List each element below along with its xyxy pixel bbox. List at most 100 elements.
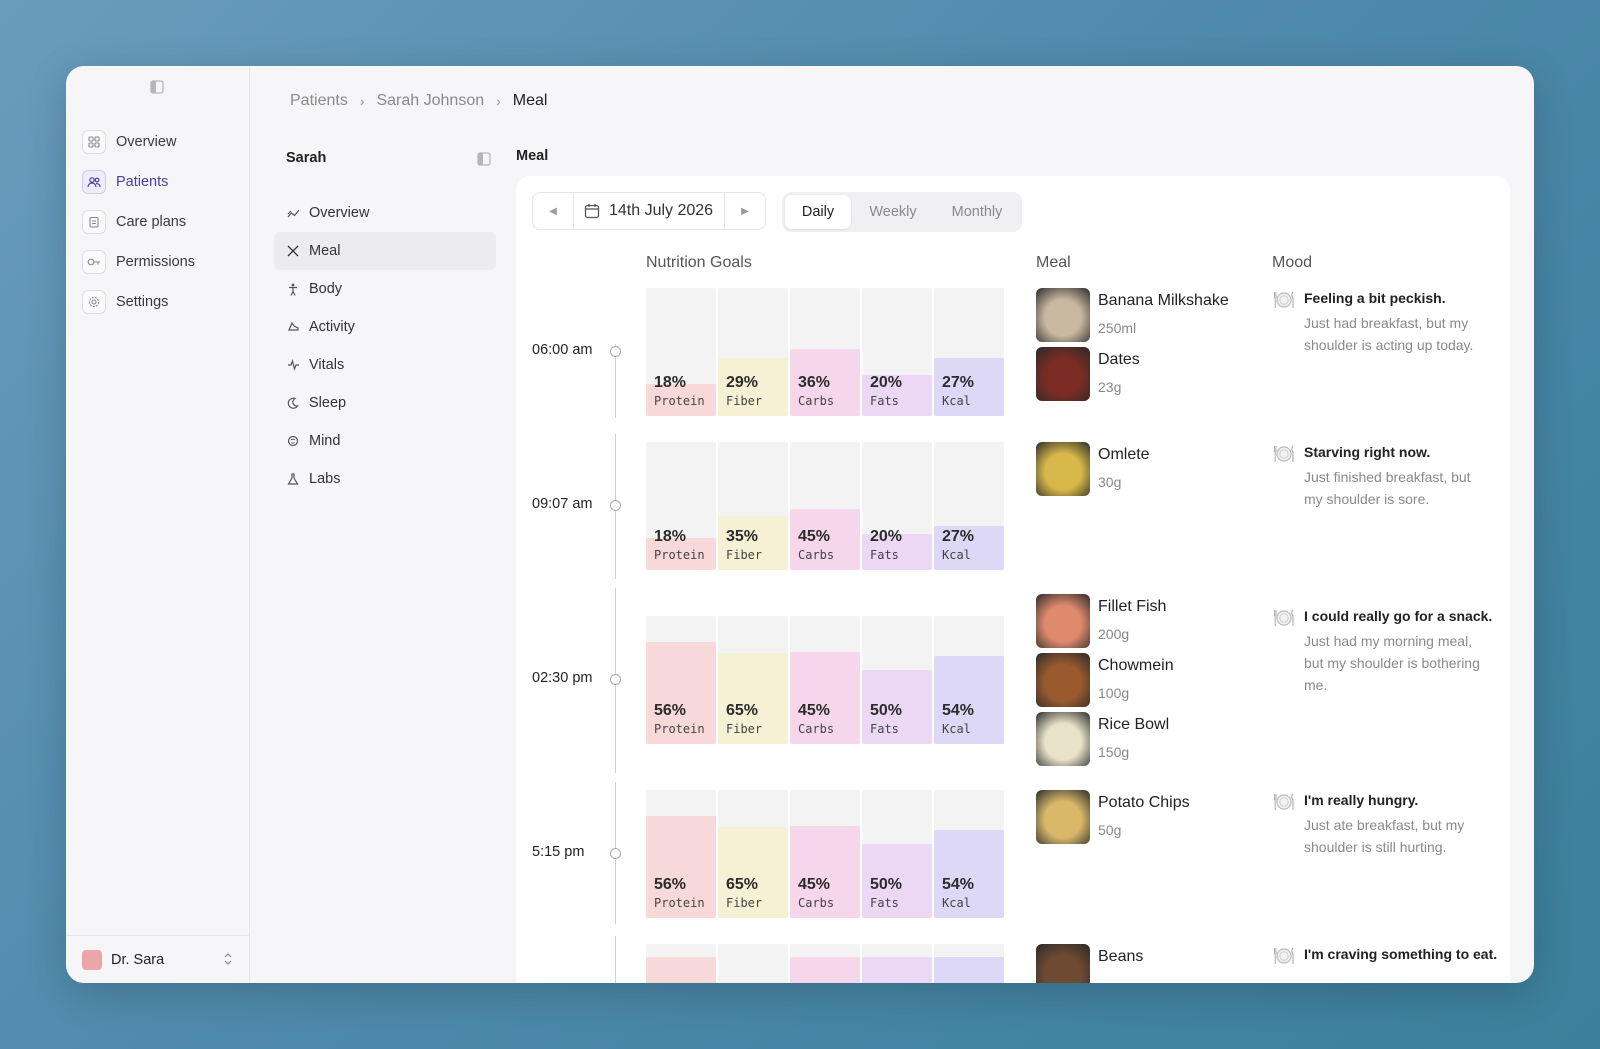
brain-icon xyxy=(286,434,300,448)
nutrient-bar-fats: 50% Fats xyxy=(862,790,932,918)
meal-item[interactable]: Potato Chips 50g xyxy=(1036,790,1190,849)
mood-title: Feeling a bit peckish. xyxy=(1304,290,1446,306)
nutrient-percent: 50% xyxy=(870,702,903,719)
users-icon xyxy=(82,170,106,194)
nutrient-bar-carbs: 45% Carbs xyxy=(790,790,860,918)
nutrition-bars xyxy=(646,944,1006,983)
timeline-row: Beans I'm craving something to eat. xyxy=(516,936,1510,983)
sidebar-item-settings[interactable]: Settings xyxy=(82,282,242,322)
nutrient-bar-fiber: 65% Fiber xyxy=(718,790,788,918)
prev-day-button[interactable]: ◀ xyxy=(533,193,574,229)
nutrient-label: Carbs xyxy=(798,722,835,736)
nutrient-label: Fats xyxy=(870,548,899,562)
nutrient-bar-fiber: 65% Fiber xyxy=(718,616,788,744)
chevron-right-icon: › xyxy=(496,93,501,109)
nutrient-bar-carbs: 45% Carbs xyxy=(790,616,860,744)
subnav-item-meal[interactable]: Meal xyxy=(274,232,496,270)
nutrient-label: Fiber xyxy=(726,548,763,562)
nutrient-bar-fats: 20% Fats xyxy=(862,288,932,416)
meal-quantity: 50g xyxy=(1098,822,1122,838)
meal-photo xyxy=(1036,442,1090,496)
panel-toggle-icon[interactable] xyxy=(477,152,491,171)
meal-column-header: Meal xyxy=(1036,254,1071,271)
nutrient-bar-carbs xyxy=(790,944,860,983)
date-picker: ◀ 14th July 2026 ▶ xyxy=(532,192,766,230)
breadcrumb-patient-name[interactable]: Sarah Johnson xyxy=(376,92,484,110)
nutrient-percent: 27% xyxy=(942,528,975,545)
subnav-item-labs[interactable]: Labs xyxy=(274,460,496,498)
chevron-right-icon: › xyxy=(359,93,365,109)
plate-icon xyxy=(1272,606,1296,630)
plate-icon xyxy=(1272,442,1296,466)
sidebar-item-patients[interactable]: Patients xyxy=(82,162,242,202)
date-display[interactable]: 14th July 2026 xyxy=(574,202,724,220)
subnav-item-body[interactable]: Body xyxy=(274,270,496,308)
breadcrumb-patients[interactable]: Patients xyxy=(290,92,348,110)
moon-icon xyxy=(286,396,300,410)
subnav-item-sleep[interactable]: Sleep xyxy=(274,384,496,422)
meal-info: Potato Chips 50g xyxy=(1098,790,1190,849)
meal-item[interactable]: Dates 23g xyxy=(1036,347,1229,406)
sidebar-item-overview[interactable]: Overview xyxy=(82,122,242,162)
breadcrumb-current: Meal xyxy=(512,92,548,109)
meal-photo xyxy=(1036,790,1090,844)
nutrient-label: Carbs xyxy=(798,896,835,910)
nutrient-percent: 27% xyxy=(942,374,975,391)
subnav-item-overview[interactable]: Overview xyxy=(274,194,496,232)
meal-item[interactable]: Banana Milkshake 250ml xyxy=(1036,288,1229,347)
sidebar-item-care-plans[interactable]: Care plans xyxy=(82,202,242,242)
nutrient-bar-protein xyxy=(646,944,716,983)
meal-name: Beans xyxy=(1098,948,1144,965)
nutrient-percent: 45% xyxy=(798,528,831,545)
meal-item[interactable]: Omlete 30g xyxy=(1036,442,1150,501)
sidebar-toggle-icon[interactable] xyxy=(150,80,164,94)
meal-name: Rice Bowl xyxy=(1098,716,1170,733)
subnav-item-label: Mind xyxy=(309,433,341,449)
shoe-icon xyxy=(286,320,300,334)
meal-time: 02:30 pm xyxy=(532,670,593,686)
user-menu[interactable]: Dr. Sara xyxy=(66,935,249,983)
meal-quantity: 23g xyxy=(1098,379,1122,395)
subnav-header: Sarah xyxy=(286,150,491,170)
timeline-dot xyxy=(610,500,621,511)
nutrient-bar-fiber: 29% Fiber xyxy=(718,288,788,416)
sidebar-item-permissions[interactable]: Permissions xyxy=(82,242,242,282)
nutrient-label: Kcal xyxy=(942,394,971,408)
nutrient-fill xyxy=(862,957,932,983)
meal-name: Dates xyxy=(1098,351,1140,368)
nutrient-bar-kcal: 27% Kcal xyxy=(934,288,1004,416)
meal-list: Banana Milkshake 250ml Dates 23g xyxy=(1036,288,1229,406)
meal-photo xyxy=(1036,347,1090,401)
calendar-icon xyxy=(584,204,600,219)
meal-info: Beans xyxy=(1098,944,1143,983)
timeline-row: 06:00 am 18% Protein 29% Fiber 36% Carbs 20% Fat… xyxy=(516,288,1510,438)
nutrition-bars: 56% Protein 65% Fiber 45% Carbs 50% Fats 54% Kcal xyxy=(646,616,1006,744)
nutrient-label: Protein xyxy=(654,896,705,910)
tab-weekly[interactable]: Weekly xyxy=(851,195,935,229)
meal-item[interactable]: Rice Bowl 150g xyxy=(1036,712,1174,771)
meal-item[interactable]: Beans xyxy=(1036,944,1143,983)
mood-note: Just had breakfast, but my shoulder is a… xyxy=(1304,315,1474,353)
meal-item[interactable]: Chowmein 100g xyxy=(1036,653,1174,712)
tab-daily[interactable]: Daily xyxy=(785,195,851,229)
pulse-icon xyxy=(286,358,300,372)
nutrient-label: Carbs xyxy=(798,548,835,562)
meal-name: Omlete xyxy=(1098,446,1150,463)
app-window: Overview Patients Care plans Permissions xyxy=(66,66,1534,983)
nutrient-label: Protein xyxy=(654,722,705,736)
nutrient-bar-protein: 18% Protein xyxy=(646,442,716,570)
subnav-item-vitals[interactable]: Vitals xyxy=(274,346,496,384)
subnav-item-mind[interactable]: Mind xyxy=(274,422,496,460)
next-day-button[interactable]: ▶ xyxy=(724,193,765,229)
mood-note: Just finished breakfast, but my shoulder… xyxy=(1304,469,1471,507)
patient-nav: Overview Meal Body Activity Vitals Sleep… xyxy=(274,194,496,498)
mood-title: Starving right now. xyxy=(1304,444,1431,460)
tab-monthly[interactable]: Monthly xyxy=(935,195,1019,229)
subnav-item-activity[interactable]: Activity xyxy=(274,308,496,346)
subnav-item-label: Labs xyxy=(309,471,341,487)
plate-icon xyxy=(1272,790,1296,814)
subnav-item-label: Activity xyxy=(309,319,355,335)
meal-item[interactable]: Fillet Fish 200g xyxy=(1036,594,1174,653)
caret-right-icon: ▶ xyxy=(741,205,749,217)
nutrient-label: Fiber xyxy=(726,896,763,910)
